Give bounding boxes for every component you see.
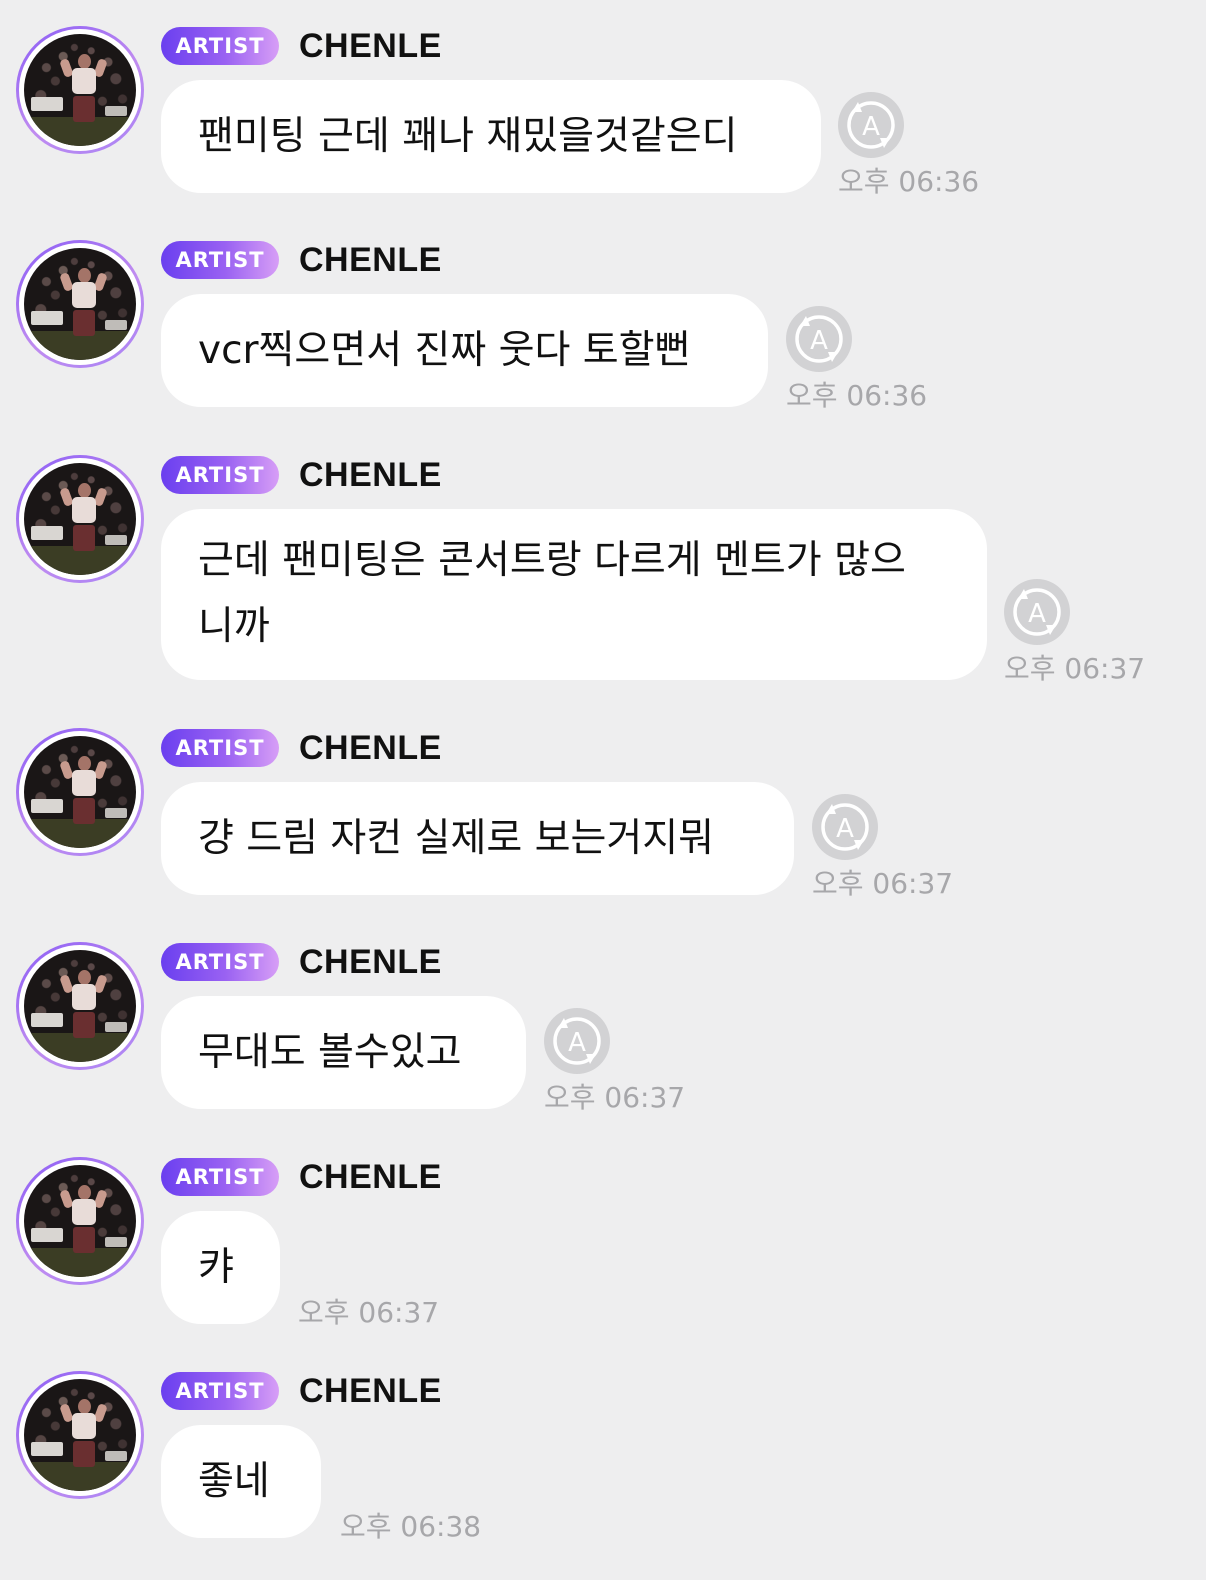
message-bubble[interactable]: 팬미팅 근데 꽤나 재밌을것같은디: [161, 80, 821, 193]
message-bubble[interactable]: 근데 팬미팅은 콘서트랑 다르게 멘트가 많으 니까: [161, 509, 987, 680]
message-time: 오후 06:37: [812, 867, 954, 900]
message-text-line: 근데 팬미팅은 콘서트랑 다르게 멘트가 많으: [198, 538, 906, 583]
message-header: ARTIST CHENLE: [161, 1371, 442, 1411]
message-bubble[interactable]: 캬: [161, 1211, 280, 1324]
sender-name[interactable]: CHENLE: [299, 456, 442, 495]
message-header: ARTIST CHENLE: [161, 455, 442, 495]
sender-name[interactable]: CHENLE: [299, 943, 442, 982]
svg-text:A: A: [862, 112, 880, 142]
message-meta: 오후 06:38: [340, 1503, 481, 1545]
message-header: ARTIST CHENLE: [161, 26, 442, 66]
profile-avatar[interactable]: [16, 728, 144, 856]
artist-badge: ARTIST: [161, 27, 279, 65]
message-time: 오후 06:37: [298, 1296, 440, 1329]
message-meta: A 오후 06:36: [838, 92, 979, 200]
message-meta: A 오후 06:37: [1004, 579, 1145, 687]
sender-name[interactable]: CHENLE: [299, 1158, 442, 1197]
message-time: 오후 06:37: [544, 1081, 686, 1114]
svg-text:A: A: [1028, 599, 1046, 629]
message-text: vcr찍으면서 진짜 웃다 토할뻔: [198, 327, 691, 373]
message-text: 무대도 볼수있고: [198, 1029, 462, 1075]
auto-translate-icon[interactable]: A: [838, 92, 904, 158]
artist-badge: ARTIST: [161, 1158, 279, 1196]
message-text: 걍 드림 자컨 실제로 보는거지뭐: [198, 815, 715, 861]
svg-text:A: A: [568, 1028, 586, 1058]
message-header: ARTIST CHENLE: [161, 728, 442, 768]
svg-text:A: A: [836, 814, 854, 844]
auto-translate-icon[interactable]: A: [812, 794, 878, 860]
message-header: ARTIST CHENLE: [161, 240, 442, 280]
message-bubble[interactable]: 걍 드림 자컨 실제로 보는거지뭐: [161, 782, 794, 895]
artist-badge: ARTIST: [161, 729, 279, 767]
profile-avatar[interactable]: [16, 942, 144, 1070]
artist-badge: ARTIST: [161, 241, 279, 279]
message-text: 좋네: [198, 1458, 270, 1504]
chat-screen: { "badge_label": "ARTIST", "sender_name"…: [0, 0, 1206, 1580]
profile-avatar[interactable]: [16, 455, 144, 583]
artist-badge: ARTIST: [161, 943, 279, 981]
message-text: 팬미팅 근데 꽤나 재밌을것같은디: [198, 113, 738, 159]
message-time: 오후 06:36: [786, 379, 928, 412]
message-bubble[interactable]: vcr찍으면서 진짜 웃다 토할뻔: [161, 294, 768, 407]
sender-name[interactable]: CHENLE: [299, 729, 442, 768]
message-meta: A 오후 06:36: [786, 306, 927, 414]
artist-badge: ARTIST: [161, 1372, 279, 1410]
message-time: 오후 06:37: [1004, 652, 1146, 685]
sender-name[interactable]: CHENLE: [299, 27, 442, 66]
profile-avatar[interactable]: [16, 26, 144, 154]
message-meta: A 오후 06:37: [812, 794, 953, 902]
message-text: 캬: [198, 1244, 234, 1290]
auto-translate-icon[interactable]: A: [786, 306, 852, 372]
message-time: 오후 06:38: [340, 1510, 482, 1543]
profile-avatar[interactable]: [16, 240, 144, 368]
auto-translate-icon[interactable]: A: [1004, 579, 1070, 645]
message-text-line: 니까: [198, 604, 270, 649]
message-time: 오후 06:36: [838, 165, 980, 198]
message-header: ARTIST CHENLE: [161, 1157, 442, 1197]
message-bubble[interactable]: 무대도 볼수있고: [161, 996, 526, 1109]
message-header: ARTIST CHENLE: [161, 942, 442, 982]
profile-avatar[interactable]: [16, 1157, 144, 1285]
sender-name[interactable]: CHENLE: [299, 1372, 442, 1411]
auto-translate-icon[interactable]: A: [544, 1008, 610, 1074]
message-meta: A 오후 06:37: [544, 1008, 685, 1116]
profile-avatar[interactable]: [16, 1371, 144, 1499]
message-meta: 오후 06:37: [298, 1289, 439, 1331]
artist-badge: ARTIST: [161, 456, 279, 494]
svg-text:A: A: [810, 326, 828, 356]
sender-name[interactable]: CHENLE: [299, 241, 442, 280]
message-bubble[interactable]: 좋네: [161, 1425, 321, 1538]
